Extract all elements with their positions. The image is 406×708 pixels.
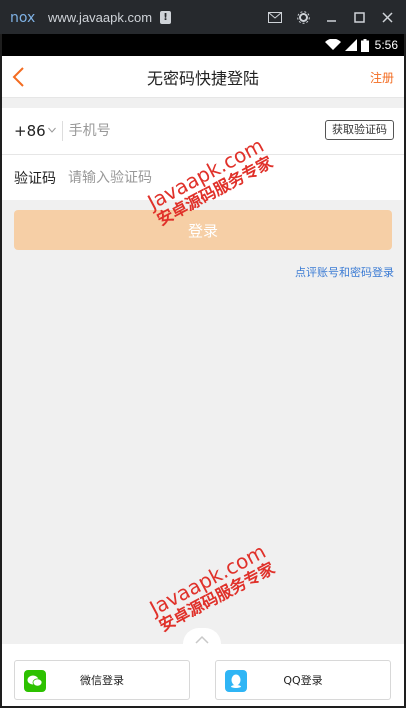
wifi-icon (324, 39, 341, 50)
nox-logo-icon: nox (10, 10, 35, 25)
watermark-bottom: Javaapk.com 安卓源码服务专家 (145, 539, 278, 636)
verification-code-label: 验证码 (14, 170, 56, 187)
phone-row: +86 获取验证码 (2, 108, 404, 154)
third-party-login-bar: 微信登录 QQ登录 (2, 644, 404, 706)
wechat-login-button[interactable]: 微信登录 (14, 660, 190, 700)
watermark-url: Javaapk.com (145, 539, 270, 621)
expand-handle[interactable] (183, 628, 221, 644)
status-time: 5:56 (374, 38, 398, 52)
emulator-window-controls (260, 0, 400, 34)
get-verification-code-button[interactable]: 获取验证码 (325, 120, 394, 140)
country-code-value: +86 (14, 122, 46, 140)
minimize-icon[interactable] (318, 5, 344, 29)
svg-text:nox: nox (10, 10, 35, 25)
app-header: 无密码快捷登陆 注册 (2, 56, 404, 98)
chevron-down-icon (47, 126, 56, 136)
chevron-up-icon (195, 635, 209, 644)
maximize-icon[interactable] (346, 5, 372, 29)
emulator-url: www.javaapk.com (48, 9, 153, 25)
battery-icon (360, 38, 369, 52)
login-button[interactable]: 登录 (14, 210, 392, 250)
phone-number-input[interactable] (68, 123, 229, 139)
signal-icon (344, 39, 357, 51)
qq-login-button[interactable]: QQ登录 (215, 660, 391, 700)
divider (61, 121, 63, 141)
settings-gear-icon[interactable] (290, 5, 316, 29)
phone-screen: 5:56 无密码快捷登陆 注册 +86 获取验证码 验证码 登录 点评账号和密码… (2, 34, 404, 706)
verification-code-input[interactable] (68, 169, 268, 186)
close-icon[interactable] (374, 5, 400, 29)
login-form: +86 获取验证码 验证码 (2, 108, 404, 200)
page-title: 无密码快捷登陆 (146, 68, 259, 88)
back-arrow-icon[interactable] (8, 65, 32, 89)
mail-icon[interactable] (262, 5, 288, 29)
register-link[interactable]: 注册 (370, 69, 394, 86)
wechat-login-label: 微信登录 (80, 674, 124, 687)
emulator-title-bar: nox www.javaapk.com ! (0, 0, 406, 34)
android-status-bar: 5:56 (2, 34, 404, 56)
account-password-login-link[interactable]: 点评账号和密码登录 (2, 264, 404, 280)
code-row: 验证码 (2, 154, 404, 200)
watermark-slogan: 安卓源码服务专家 (155, 558, 278, 636)
warning-icon[interactable]: ! (160, 10, 172, 24)
country-code-selector[interactable]: +86 (14, 122, 56, 140)
qq-login-label: QQ登录 (283, 674, 323, 687)
